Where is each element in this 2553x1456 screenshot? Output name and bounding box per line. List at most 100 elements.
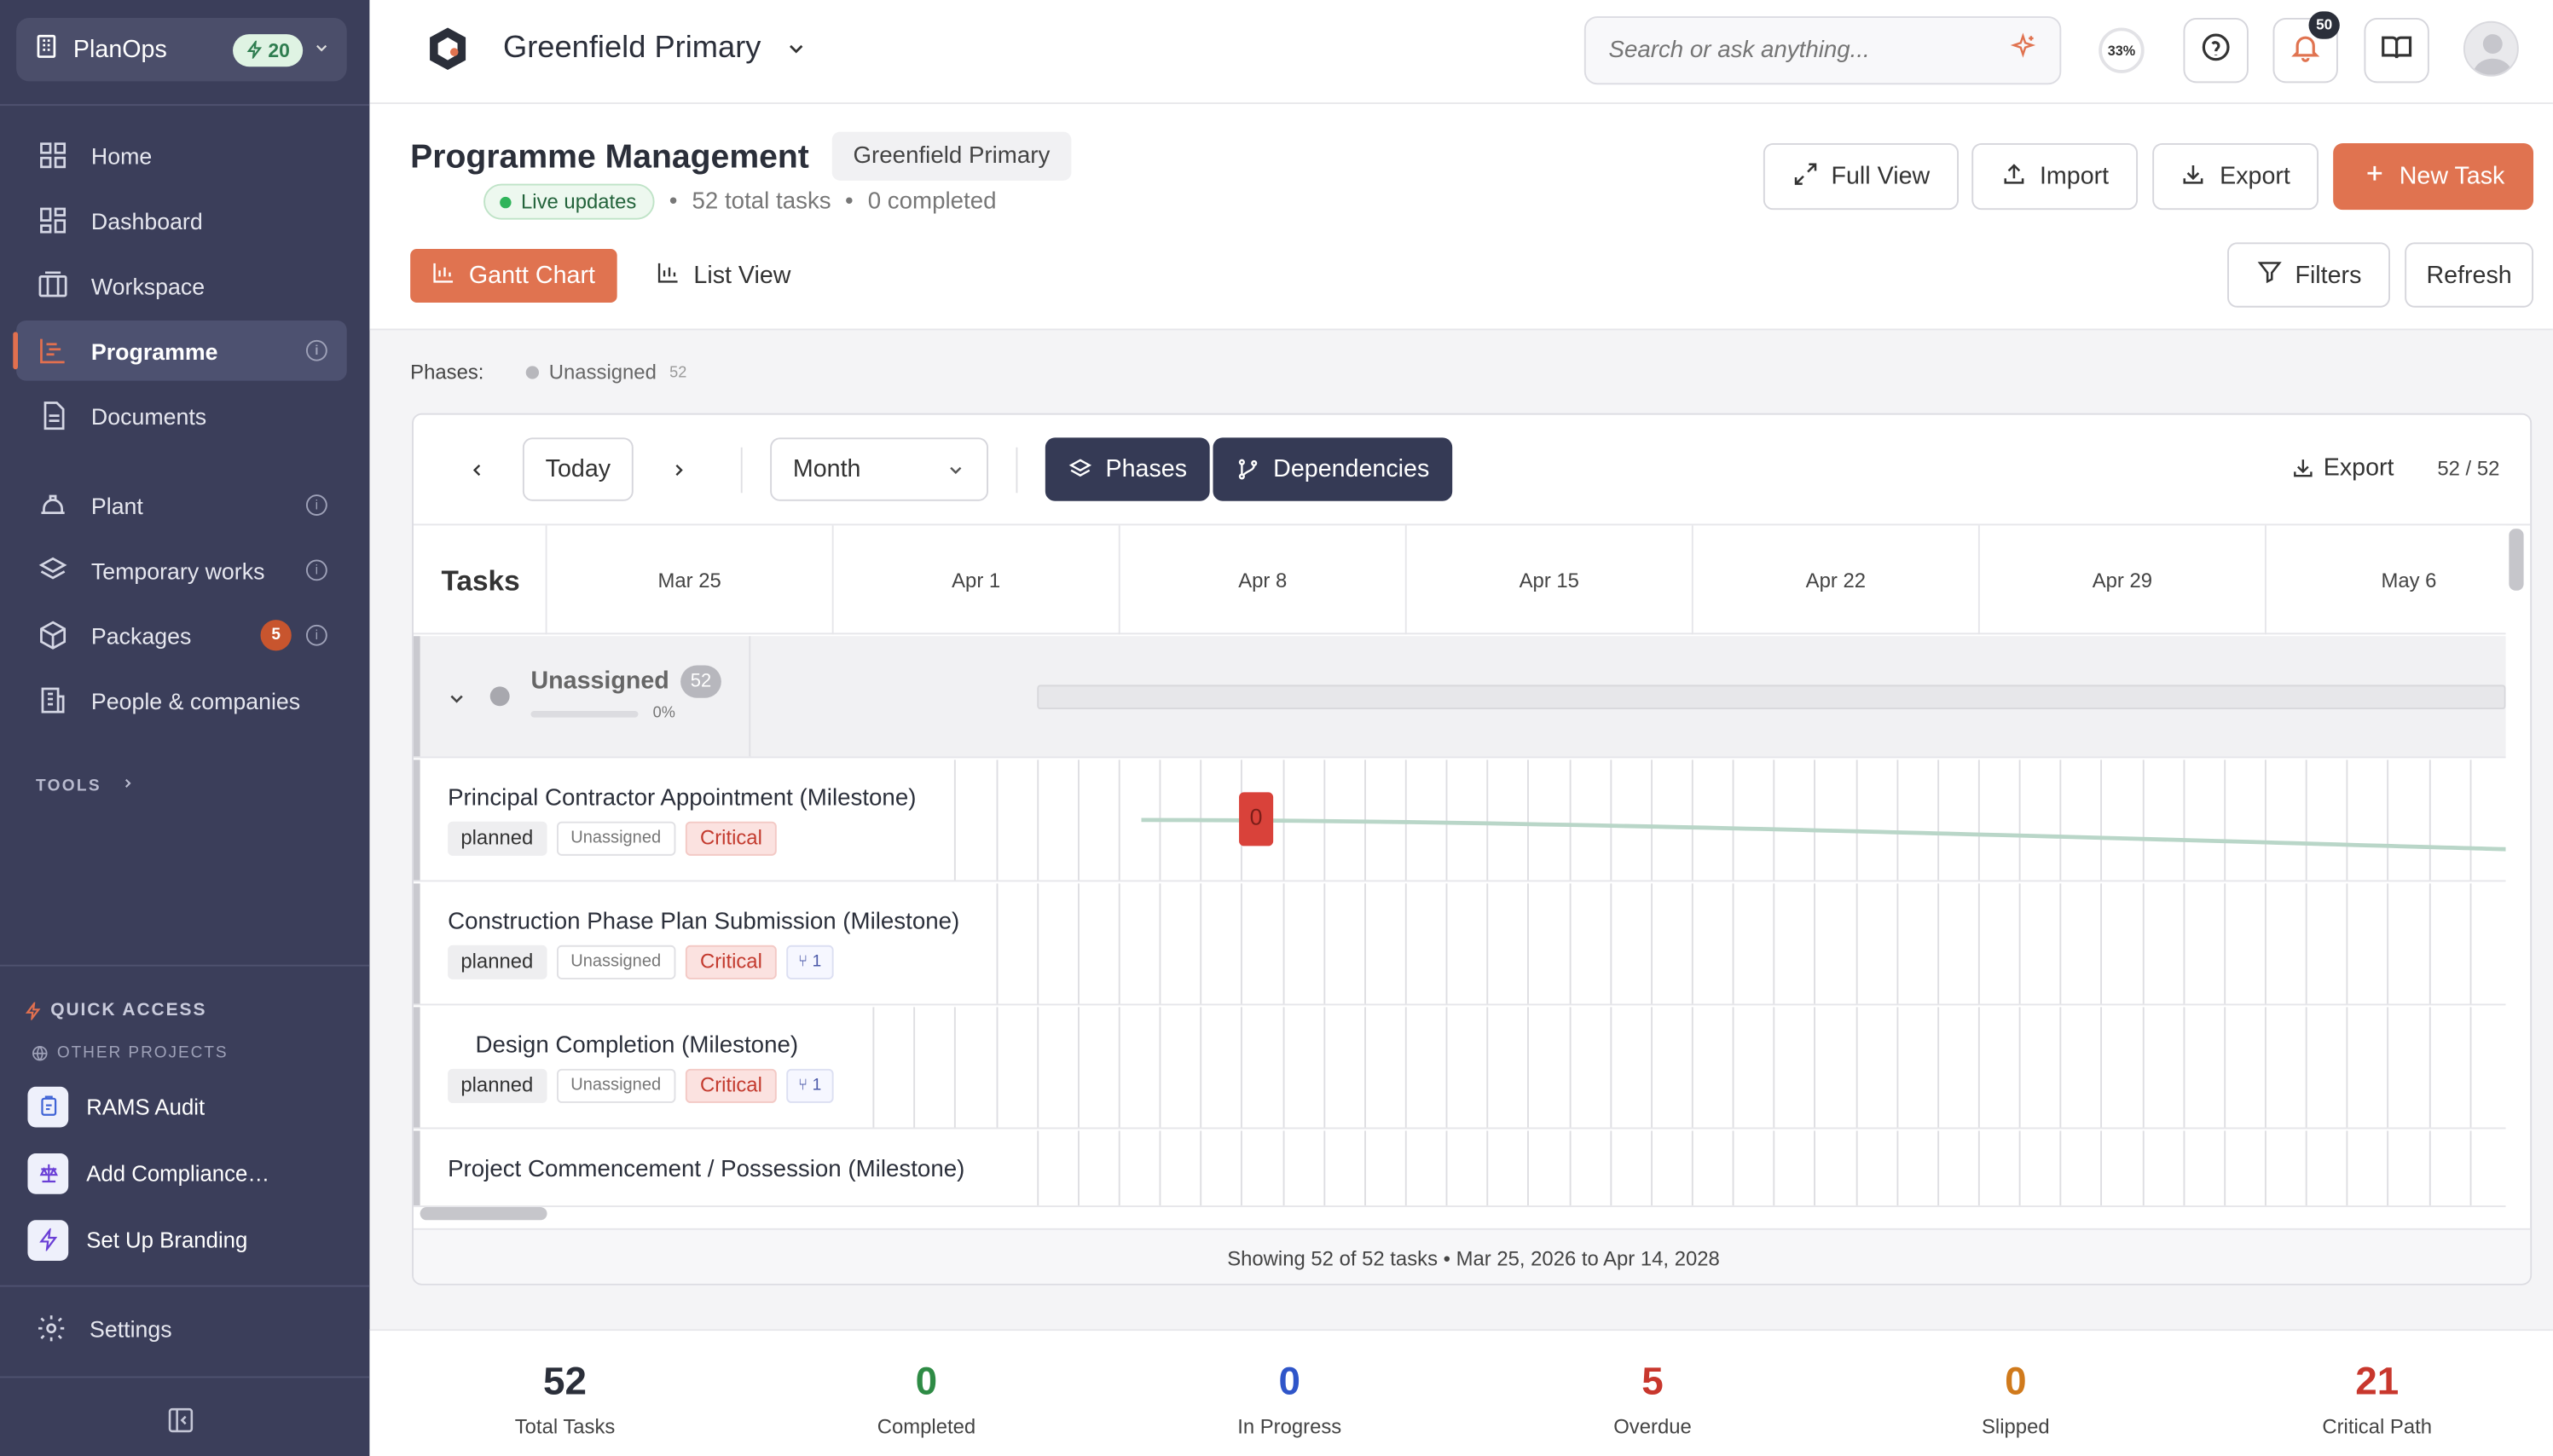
- nav-documents[interactable]: Documents: [16, 385, 347, 446]
- collapse-sidebar-icon[interactable]: [166, 1406, 195, 1435]
- nav-home[interactable]: Home: [16, 125, 347, 186]
- day-tick: [2018, 1130, 2021, 1206]
- prev-period-button[interactable]: [466, 455, 489, 484]
- day-tick: [2469, 1007, 2471, 1128]
- phase-chip[interactable]: Unassigned 52: [526, 361, 686, 384]
- nav-dashboard[interactable]: Dashboard: [16, 190, 347, 251]
- tab-list-view[interactable]: List View: [635, 249, 813, 303]
- gear-icon: [36, 1313, 67, 1343]
- dependencies-toggle-button[interactable]: Dependencies: [1213, 437, 1453, 501]
- task-row[interactable]: Design Completion (Milestone) planned Un…: [413, 1007, 2506, 1130]
- refresh-button[interactable]: Refresh: [2405, 242, 2534, 308]
- gantt-timeline-header: Tasks Mar 25 Apr 1 Apr 8 Apr 15 Apr 22 A…: [413, 525, 2506, 635]
- phases-filter: Phases: Unassigned 52: [410, 361, 686, 384]
- export-button[interactable]: Export: [2152, 142, 2319, 211]
- day-tick: [1363, 883, 1366, 1004]
- day-tick: [1159, 1007, 1161, 1128]
- full-view-button[interactable]: Full View: [1763, 142, 1960, 211]
- day-tick: [1814, 883, 1816, 1004]
- task-row[interactable]: Construction Phase Plan Submission (Mile…: [413, 883, 2506, 1006]
- phase-group-row[interactable]: Unassigned 52 0%: [413, 636, 2506, 759]
- day-tick: [2059, 883, 2062, 1004]
- day-tick: [1036, 1130, 1039, 1206]
- day-tick: [1936, 1130, 1939, 1206]
- info-icon[interactable]: i: [305, 494, 327, 516]
- app-logo[interactable]: [423, 25, 472, 82]
- day-tick: [1282, 1007, 1284, 1128]
- docs-button[interactable]: [2364, 17, 2429, 84]
- divider: [1016, 447, 1018, 494]
- sparkle-icon[interactable]: [2009, 32, 2036, 68]
- day-tick: [1200, 1007, 1202, 1128]
- avatar[interactable]: [2463, 20, 2519, 77]
- git-branch-icon: [1238, 459, 1258, 480]
- nav-label: Documents: [90, 402, 207, 429]
- nav-workspace[interactable]: Workspace: [16, 256, 347, 316]
- phase-name: Unassigned: [548, 361, 657, 384]
- import-button[interactable]: Import: [1971, 142, 2139, 211]
- day-tick: [1732, 1007, 1734, 1128]
- expand-icon: [1792, 160, 1819, 193]
- day-tick: [1036, 1007, 1039, 1128]
- gantt-footer: Showing 52 of 52 tasks • Mar 25, 2026 to…: [413, 1228, 2531, 1284]
- nav-label: Workspace: [90, 272, 206, 299]
- search-input[interactable]: [1608, 37, 2010, 64]
- chevron-down-icon[interactable]: [784, 38, 808, 68]
- credits-badge[interactable]: 20: [232, 33, 304, 66]
- day-tick: [1977, 1130, 1980, 1206]
- help-button[interactable]: [2183, 17, 2249, 84]
- nav-programme[interactable]: Programme i: [13, 320, 347, 381]
- full-view-label: Full View: [1831, 162, 1931, 191]
- info-icon[interactable]: i: [305, 559, 327, 581]
- day-tick: [1445, 1130, 1448, 1206]
- day-tick: [2429, 1007, 2430, 1128]
- next-period-button[interactable]: [668, 455, 691, 484]
- day-tick: [2224, 1130, 2226, 1206]
- phases-toggle-button[interactable]: Phases: [1045, 437, 1210, 501]
- project-selector[interactable]: Greenfield Primary: [503, 31, 761, 66]
- new-task-button[interactable]: New Task: [2333, 142, 2534, 211]
- day-tick: [1241, 883, 1243, 1004]
- notifications-button[interactable]: 50: [2272, 11, 2340, 84]
- vertical-scrollbar[interactable]: [2509, 529, 2524, 591]
- nav-people-companies[interactable]: People & companies: [16, 670, 347, 731]
- day-tick: [1200, 1130, 1202, 1206]
- quick-item-add-compliance[interactable]: Add Compliance…: [27, 1150, 353, 1195]
- chevron-down-icon[interactable]: [446, 688, 467, 717]
- stat-value: 0: [2005, 1360, 2027, 1404]
- nav-settings[interactable]: Settings: [36, 1313, 172, 1343]
- day-tick: [2141, 883, 2144, 1004]
- tab-label: List View: [693, 262, 791, 290]
- day-tick: [1486, 1130, 1489, 1206]
- row-indicator: [413, 1007, 420, 1128]
- search-box[interactable]: [1583, 16, 2062, 85]
- nav-plant[interactable]: Plant i: [16, 475, 347, 535]
- phase-dot: [489, 686, 510, 707]
- new-task-label: New Task: [2399, 162, 2505, 191]
- day-tick: [1241, 1130, 1243, 1206]
- download-icon: [2294, 459, 2313, 477]
- milestone-marker[interactable]: 0: [1239, 792, 1274, 846]
- tab-gantt-chart[interactable]: Gantt Chart: [410, 248, 617, 303]
- horizontal-scrollbar[interactable]: [420, 1207, 547, 1221]
- nav-packages[interactable]: Packages 5 i: [16, 605, 347, 666]
- nav-temporary-works[interactable]: Temporary works i: [16, 540, 347, 601]
- row-indicator: [413, 1130, 420, 1206]
- range-select[interactable]: Month: [770, 437, 989, 501]
- chevron-down-icon: [950, 465, 962, 474]
- divider: [749, 636, 751, 757]
- task-row[interactable]: Project Commencement / Possession (Miles…: [413, 1130, 2506, 1208]
- task-row[interactable]: Principal Contractor Appointment (Milest…: [413, 760, 2506, 882]
- today-button[interactable]: Today: [522, 437, 634, 501]
- quick-item-set-up-branding[interactable]: Set Up Branding: [27, 1216, 353, 1262]
- grid-icon: [36, 139, 68, 171]
- progress-ring[interactable]: 33%: [2099, 27, 2145, 73]
- info-icon[interactable]: i: [305, 339, 327, 361]
- info-icon[interactable]: i: [305, 624, 327, 646]
- filters-button[interactable]: Filters: [2227, 242, 2390, 308]
- settings-label: Settings: [90, 1314, 172, 1342]
- tools-toggle[interactable]: TOOLS: [36, 776, 136, 795]
- gantt-export-button[interactable]: Export: [2291, 454, 2394, 482]
- org-switcher[interactable]: PlanOps 20: [16, 17, 347, 82]
- quick-item-rams-audit[interactable]: RAMS Audit: [27, 1083, 353, 1129]
